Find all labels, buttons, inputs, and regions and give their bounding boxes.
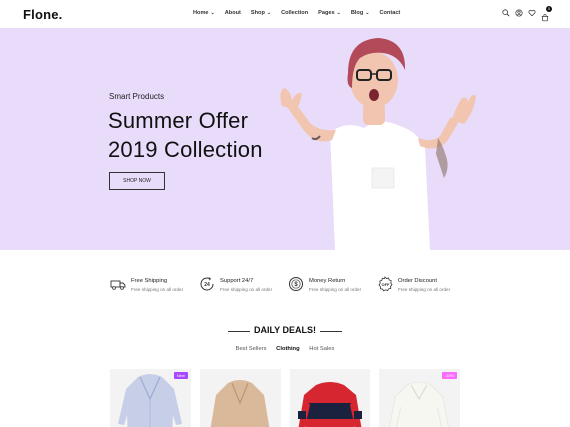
feature-text: Support 24/7 Free shipping on all order: [220, 276, 272, 292]
product-badge-discount: -10%: [441, 372, 457, 379]
svg-text:OFF: OFF: [382, 282, 391, 287]
product-card[interactable]: [199, 369, 281, 427]
feature-desc: Free shipping on all order: [398, 287, 451, 292]
feature-desc: Free shipping on all order: [309, 287, 362, 292]
cart-button[interactable]: 0: [541, 6, 552, 22]
cart-icon: [541, 14, 549, 22]
nav-home[interactable]: Home ⌄: [193, 10, 215, 16]
heart-icon[interactable]: [528, 9, 536, 17]
feature-desc: Free shipping on all order: [220, 287, 273, 292]
feature-text: Free Shipping Free shipping on all order: [131, 276, 183, 292]
feature-desc: Free shipping on all order: [131, 287, 184, 292]
svg-text:$: $: [294, 282, 298, 288]
nav-collection[interactable]: Collection: [281, 10, 308, 16]
truck-icon: [110, 276, 126, 292]
hero-title-line1: Summer Offer: [108, 108, 249, 133]
chevron-down-icon: ⌄: [210, 9, 215, 16]
feature-title: Order Discount: [398, 278, 437, 284]
svg-text:24: 24: [204, 282, 210, 288]
nav-contact[interactable]: Contact: [379, 10, 400, 16]
hero-subtitle: Smart Products: [109, 92, 165, 101]
site-header: Flone. Home ⌄ About Shop ⌄ Collection Page…: [0, 0, 570, 28]
nav-collection-label: Collection: [281, 10, 309, 16]
nav-home-label: Home: [193, 10, 209, 16]
feature-title: Support 24/7: [220, 278, 254, 284]
nav-contact-label: Contact: [379, 10, 401, 16]
shop-now-button[interactable]: SHOP NOW: [109, 172, 165, 190]
feature-order-discount: OFF Order Discount Free shipping on all …: [377, 276, 466, 300]
chevron-down-icon: ⌄: [266, 9, 272, 16]
hero-banner: Smart Products Summer Offer 2019 Collect…: [0, 28, 570, 250]
header-icons: 0: [502, 6, 552, 22]
money-return-icon: $: [288, 276, 304, 292]
hero-title: Summer Offer 2019 Collection: [108, 106, 263, 164]
feature-free-shipping: Free Shipping Free shipping on all order: [110, 276, 199, 300]
product-card[interactable]: New: [110, 369, 191, 427]
tab-clothing[interactable]: Clothing: [276, 346, 300, 352]
hero-title-line2: 2019 Collection: [108, 137, 263, 162]
nav-blog-label: Blog: [350, 10, 364, 16]
features-row: Free Shipping Free shipping on all order…: [110, 276, 470, 300]
product-grid: New -10%: [110, 369, 460, 427]
feature-title: Free Shipping: [131, 278, 168, 284]
chevron-down-icon: ⌄: [336, 9, 341, 16]
product-image: [297, 382, 362, 427]
nav-about-label: About: [224, 10, 241, 16]
product-image: [210, 380, 270, 427]
feature-text: Order Discount Free shipping on all orde…: [398, 276, 450, 292]
nav-blog[interactable]: Blog ⌄: [351, 10, 370, 16]
cart-count-badge: 0: [546, 6, 552, 12]
feature-title: Money Return: [309, 278, 346, 284]
feature-support: 24 Support 24/7 Free shipping on all ord…: [199, 276, 288, 300]
feature-money-return: $ Money Return Free shipping on all orde…: [288, 276, 377, 300]
chevron-down-icon: ⌄: [365, 9, 370, 16]
nav-pages[interactable]: Pages ⌄: [318, 10, 341, 16]
deals-title: DAILY DEALS!: [253, 325, 316, 335]
logo[interactable]: Flone.: [23, 7, 62, 22]
discount-icon: OFF: [377, 276, 393, 292]
tab-best-sellers[interactable]: Best Sellers: [236, 346, 267, 352]
hero-model-image: [280, 38, 476, 250]
feature-text: Money Return Free shipping on all order: [309, 276, 361, 292]
nav-shop-label: Shop: [250, 10, 265, 16]
nav-shop[interactable]: Shop ⌄: [251, 10, 271, 16]
tab-hot-sales[interactable]: Hot Sales: [309, 346, 334, 352]
deals-divider-right: [320, 331, 342, 332]
search-icon[interactable]: [502, 9, 510, 17]
product-badge-new: New: [173, 372, 188, 379]
product-card[interactable]: [289, 369, 371, 427]
product-card[interactable]: -10%: [379, 369, 460, 427]
nav-pages-label: Pages: [318, 10, 335, 16]
deals-tabs: Best Sellers Clothing Hot Sales: [0, 346, 570, 352]
support-24-icon: 24: [199, 276, 215, 292]
nav-about[interactable]: About: [225, 10, 241, 16]
account-icon[interactable]: [515, 9, 523, 17]
main-nav: Home ⌄ About Shop ⌄ Collection Pages ⌄ Blog…: [193, 10, 400, 16]
